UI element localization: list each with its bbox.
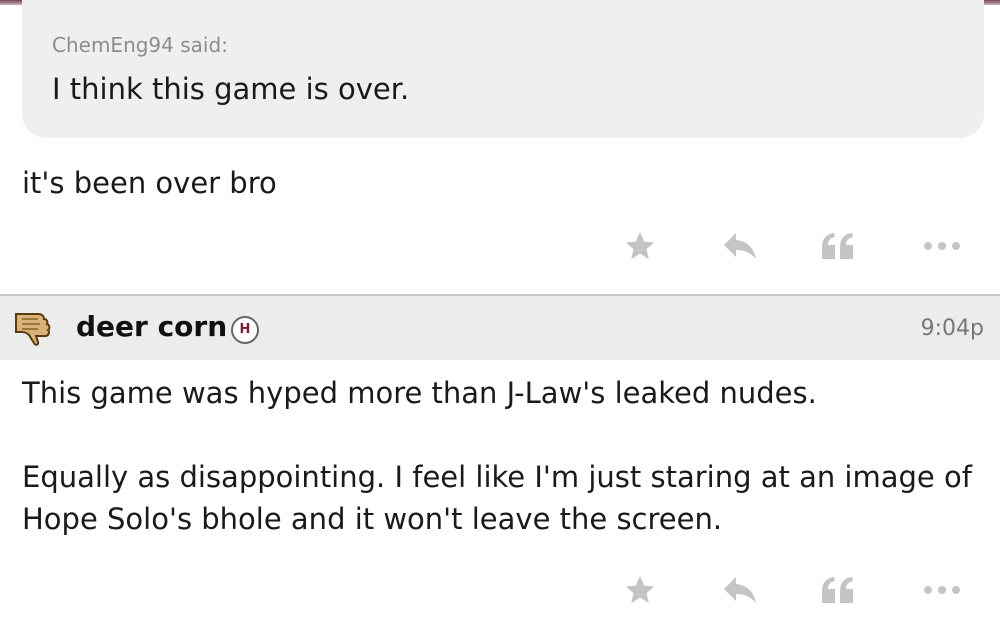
thumbs-down-avatar[interactable] <box>12 308 56 346</box>
quote-icon[interactable] <box>816 570 860 610</box>
post-timestamp: 9:04p <box>920 316 984 341</box>
post-actions <box>0 570 1000 610</box>
quote-author: ChemEng94 said: <box>52 33 228 57</box>
post-paragraph: Equally as disappointing. I feel like I'… <box>22 460 972 536</box>
username[interactable]: deer corn <box>76 310 227 343</box>
post-body: This game was hyped more than J-Law's le… <box>22 372 982 540</box>
star-icon[interactable] <box>618 226 662 266</box>
quote-icon[interactable] <box>816 226 860 266</box>
reply-arrow-icon[interactable] <box>718 570 762 610</box>
reply-arrow-icon[interactable] <box>718 226 762 266</box>
star-icon[interactable] <box>618 570 662 610</box>
more-dots-icon[interactable] <box>920 570 964 610</box>
post-actions <box>0 226 1000 266</box>
post-paragraph: This game was hyped more than J-Law's le… <box>22 376 817 410</box>
user-badge: H <box>231 316 259 344</box>
post-body: it's been over bro <box>22 166 277 200</box>
quoted-message: ChemEng94 said: I think this game is ove… <box>22 0 984 138</box>
more-dots-icon[interactable] <box>920 226 964 266</box>
post-header: deer corn H 9:04p <box>0 294 1000 360</box>
quote-text: I think this game is over. <box>52 72 410 106</box>
